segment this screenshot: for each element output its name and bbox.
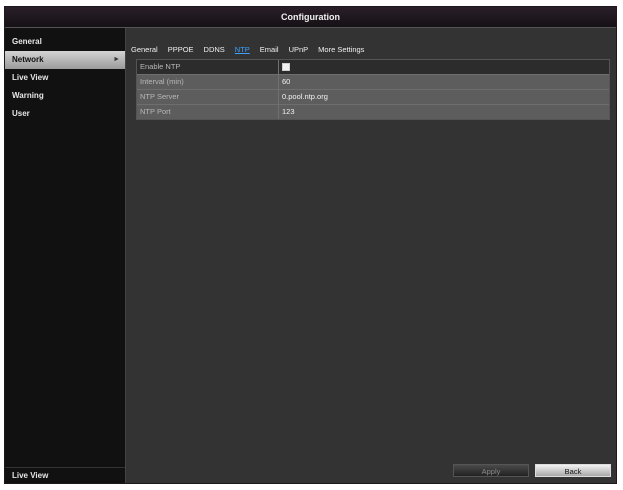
- window-title: Configuration: [5, 7, 616, 28]
- sidebar-item-label: General: [12, 37, 42, 46]
- tab-pppoe[interactable]: PPPOE: [168, 43, 194, 57]
- interval-row: Interval (min) 60: [137, 75, 609, 90]
- ntp-server-row: NTP Server 0.pool.ntp.org: [137, 90, 609, 105]
- live-view-button[interactable]: Live View: [5, 467, 125, 483]
- sidebar: General Network ► Live View Warning User…: [5, 28, 126, 483]
- tab-general[interactable]: General: [131, 43, 158, 57]
- ntp-port-row: NTP Port 123: [137, 105, 609, 119]
- sidebar-item-live-view[interactable]: Live View: [5, 69, 125, 87]
- chevron-right-icon: ►: [113, 56, 120, 63]
- interval-field[interactable]: 60: [279, 75, 609, 89]
- ntp-port-label: NTP Port: [137, 105, 279, 119]
- sidebar-item-label: Live View: [12, 73, 49, 82]
- sidebar-item-label: User: [12, 109, 30, 118]
- tab-more-settings[interactable]: More Settings: [318, 43, 364, 57]
- ntp-settings-table: Enable NTP Interval (min) 60 NTP Server …: [136, 59, 610, 120]
- tab-ddns[interactable]: DDNS: [204, 43, 225, 57]
- back-button[interactable]: Back: [535, 464, 611, 477]
- config-window: Configuration General Network ► Live Vie…: [4, 6, 617, 484]
- sidebar-item-warning[interactable]: Warning: [5, 87, 125, 105]
- ntp-server-field[interactable]: 0.pool.ntp.org: [279, 90, 609, 104]
- sidebar-item-network[interactable]: Network ►: [5, 51, 125, 69]
- main-content: General PPPOE DDNS NTP Email UPnP More S…: [126, 28, 616, 483]
- sidebar-item-user[interactable]: User: [5, 105, 125, 123]
- tab-email[interactable]: Email: [260, 43, 279, 57]
- enable-ntp-label: Enable NTP: [137, 60, 279, 74]
- apply-button[interactable]: Apply: [453, 464, 529, 477]
- tab-upnp[interactable]: UPnP: [289, 43, 309, 57]
- tab-bar: General PPPOE DDNS NTP Email UPnP More S…: [131, 43, 364, 57]
- sidebar-item-general[interactable]: General: [5, 33, 125, 51]
- sidebar-item-label: Network: [12, 55, 44, 64]
- ntp-port-field[interactable]: 123: [279, 105, 609, 119]
- interval-label: Interval (min): [137, 75, 279, 89]
- enable-ntp-checkbox[interactable]: [282, 63, 290, 72]
- sidebar-item-label: Warning: [12, 91, 44, 100]
- enable-ntp-row: Enable NTP: [137, 60, 609, 75]
- ntp-server-label: NTP Server: [137, 90, 279, 104]
- tab-ntp[interactable]: NTP: [235, 43, 250, 57]
